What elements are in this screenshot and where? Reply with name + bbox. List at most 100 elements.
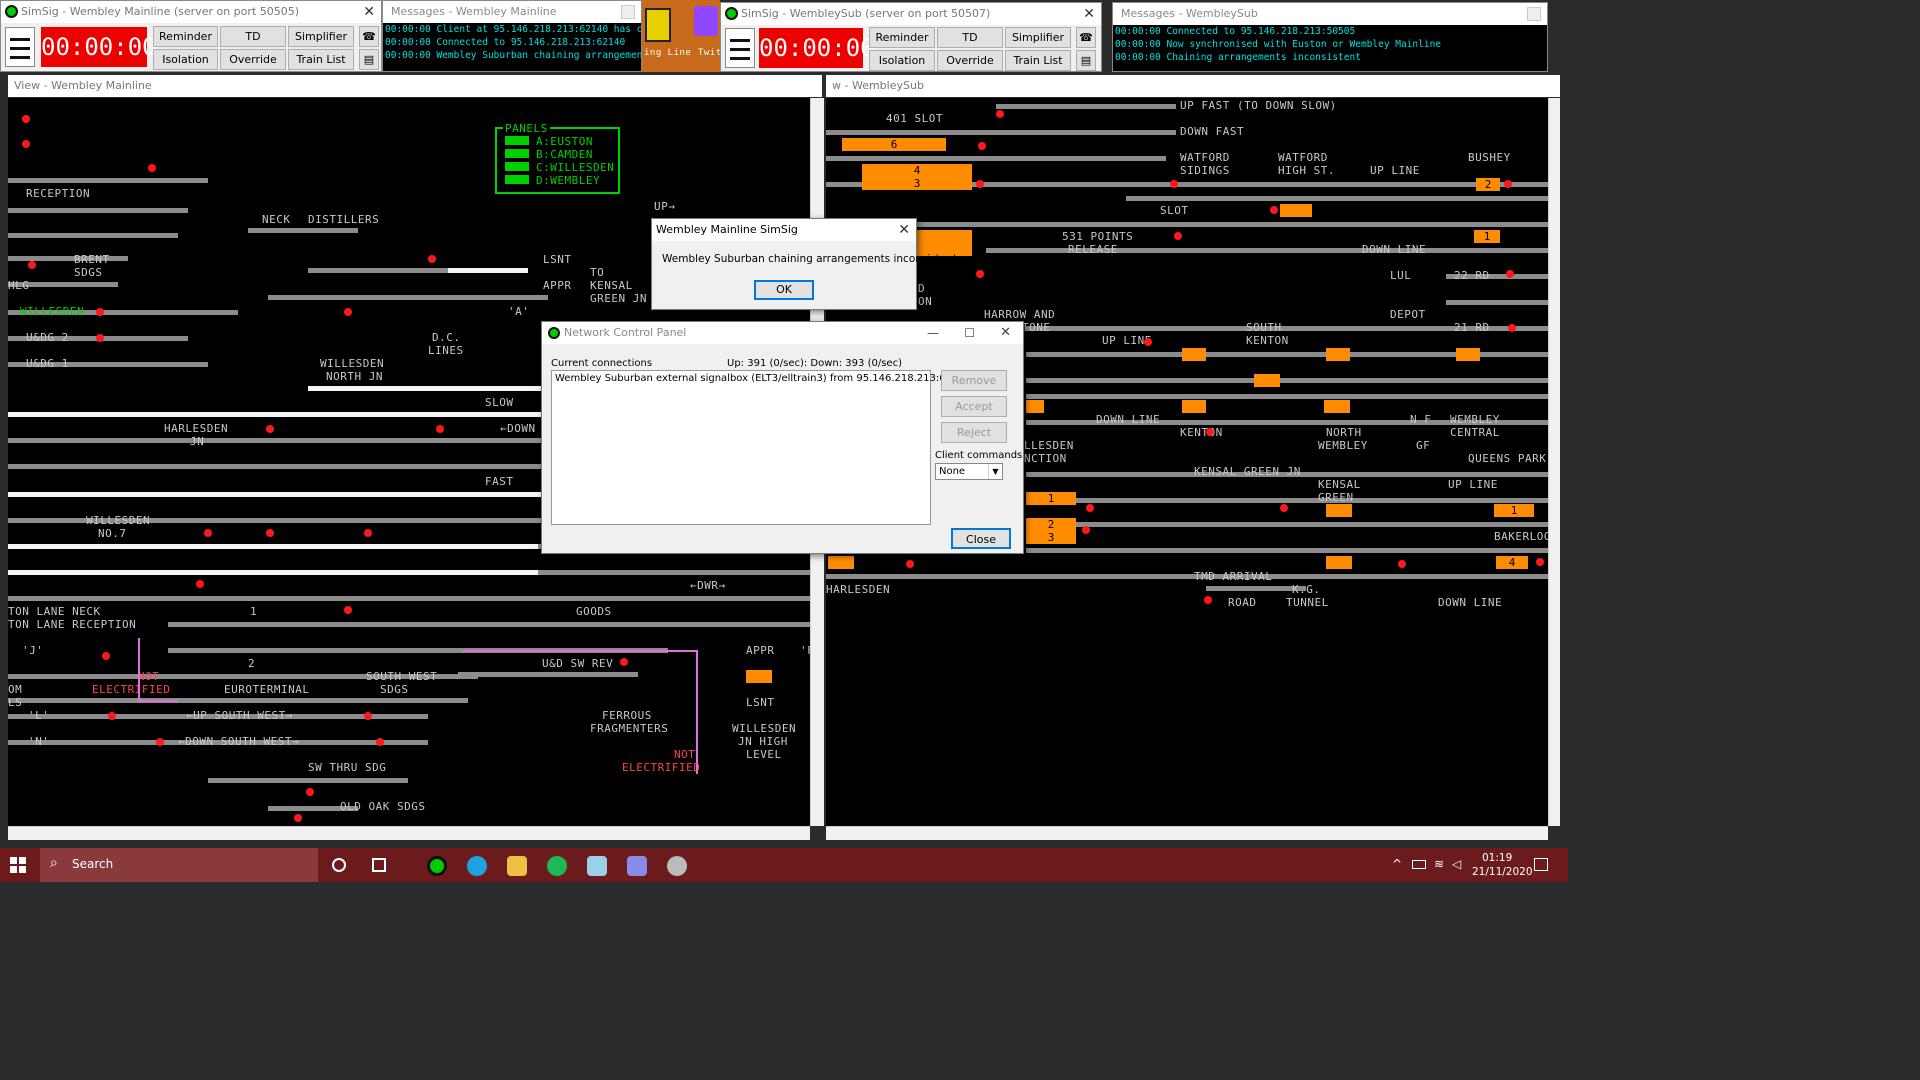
signal[interactable] bbox=[1144, 338, 1152, 346]
track[interactable] bbox=[8, 208, 188, 213]
signal[interactable] bbox=[108, 712, 116, 720]
signal[interactable] bbox=[1174, 232, 1182, 240]
track[interactable] bbox=[1126, 196, 1560, 201]
track-set-route[interactable] bbox=[8, 544, 548, 549]
track[interactable] bbox=[1026, 378, 1560, 383]
taskbar-search-box[interactable]: ⌕ Search bbox=[40, 848, 318, 882]
train-berth[interactable] bbox=[1026, 400, 1044, 413]
train-berth[interactable] bbox=[828, 556, 854, 569]
train-berth[interactable]: 6 bbox=[842, 138, 946, 151]
track[interactable] bbox=[458, 672, 638, 677]
track[interactable] bbox=[1026, 522, 1560, 527]
clock-time[interactable]: 01:19 bbox=[1482, 852, 1512, 864]
track[interactable] bbox=[826, 156, 1166, 161]
twitch-icon[interactable] bbox=[694, 6, 718, 36]
track[interactable] bbox=[8, 596, 810, 601]
signal[interactable] bbox=[436, 425, 444, 433]
signal[interactable] bbox=[22, 115, 30, 123]
close-icon[interactable]: ✕ bbox=[898, 219, 910, 241]
track[interactable] bbox=[1446, 300, 1560, 305]
view-sub-hscroll[interactable] bbox=[826, 826, 1548, 840]
spotify-icon[interactable] bbox=[547, 856, 567, 876]
view-main-hscroll[interactable] bbox=[8, 826, 810, 840]
messages-titlebar[interactable]: Messages - WembleySub bbox=[1113, 3, 1547, 25]
override-button[interactable]: Override bbox=[937, 50, 1003, 71]
signal[interactable] bbox=[28, 261, 36, 269]
signal[interactable] bbox=[1506, 270, 1514, 278]
simplifier-button[interactable]: Simplifier bbox=[288, 26, 354, 47]
menu-button[interactable] bbox=[5, 27, 35, 67]
edge-icon[interactable] bbox=[467, 856, 487, 876]
train-berth[interactable]: 1 bbox=[1494, 504, 1534, 517]
td-interpose-button[interactable]: TD Interpose bbox=[937, 27, 1003, 64]
battery-icon[interactable] bbox=[1412, 860, 1426, 869]
menu-button[interactable] bbox=[725, 28, 755, 68]
td-interpose-button[interactable]: TD Interpose bbox=[220, 26, 286, 63]
signal[interactable] bbox=[148, 164, 156, 172]
cortana-icon[interactable] bbox=[332, 858, 346, 872]
track-set-route[interactable] bbox=[8, 412, 548, 417]
connection-row[interactable]: Wembley Suburban external signalbox (ELT… bbox=[552, 371, 971, 386]
simsig-taskbar-icon[interactable] bbox=[427, 856, 447, 876]
signal[interactable] bbox=[1398, 560, 1406, 568]
connections-list[interactable]: Wembley Suburban external signalbox (ELT… bbox=[551, 370, 971, 525]
signal[interactable] bbox=[22, 140, 30, 148]
maximize-icon[interactable]: ☐ bbox=[964, 322, 975, 344]
tray-chevron-icon[interactable]: ^ bbox=[1392, 857, 1402, 871]
panel-link-willesden[interactable]: C:WILLESDEN bbox=[536, 161, 614, 174]
train-berth[interactable]: 4 bbox=[1496, 556, 1528, 569]
ok-button[interactable]: OK bbox=[754, 280, 814, 300]
track-set-route[interactable] bbox=[448, 268, 528, 273]
task-view-icon[interactable] bbox=[372, 858, 386, 872]
train-list-button[interactable]: Train List bbox=[1005, 50, 1071, 71]
train-berth[interactable] bbox=[1326, 348, 1350, 361]
signal[interactable] bbox=[96, 334, 104, 342]
network-panel-titlebar[interactable]: Network Control Panel — ☐ ✕ bbox=[542, 322, 1023, 344]
train-berth[interactable]: 2 bbox=[1476, 178, 1500, 191]
notification-icon[interactable] bbox=[1534, 858, 1548, 871]
train-berth[interactable]: 23 bbox=[1026, 518, 1076, 544]
track[interactable] bbox=[308, 268, 448, 273]
train-berth[interactable] bbox=[1182, 348, 1206, 361]
train-berth[interactable]: 43 bbox=[862, 164, 972, 190]
track[interactable] bbox=[268, 295, 548, 300]
track[interactable] bbox=[248, 228, 358, 233]
phone-icon[interactable]: ☎ bbox=[359, 26, 379, 47]
reminder-button[interactable]: Reminder bbox=[153, 26, 218, 47]
track[interactable] bbox=[8, 233, 178, 238]
track[interactable] bbox=[8, 438, 548, 443]
sub-titlebar[interactable]: SimSig - WembleySub (server on port 5050… bbox=[721, 3, 1101, 25]
track[interactable] bbox=[1026, 498, 1560, 503]
train-berth[interactable] bbox=[1254, 374, 1280, 387]
close-icon[interactable]: ✕ bbox=[363, 1, 375, 23]
simplifier-button[interactable]: Simplifier bbox=[1005, 27, 1071, 48]
signal[interactable] bbox=[978, 142, 986, 150]
close-icon[interactable]: ✕ bbox=[1083, 3, 1095, 25]
signal[interactable] bbox=[1082, 526, 1090, 534]
track[interactable] bbox=[8, 464, 548, 469]
signal[interactable] bbox=[1206, 428, 1214, 436]
track[interactable] bbox=[826, 222, 1560, 227]
close-button[interactable]: Close bbox=[951, 528, 1011, 549]
track[interactable] bbox=[8, 256, 128, 261]
train-list-button[interactable]: Train List bbox=[288, 49, 354, 70]
track[interactable] bbox=[168, 622, 810, 627]
signal[interactable] bbox=[1170, 180, 1178, 188]
signal[interactable] bbox=[1508, 324, 1516, 332]
file-explorer-icon[interactable] bbox=[507, 856, 527, 876]
override-button[interactable]: Override bbox=[220, 49, 286, 70]
track[interactable] bbox=[538, 570, 810, 575]
panel-link-wembley[interactable]: D:WEMBLEY bbox=[536, 174, 600, 187]
train-berth[interactable] bbox=[1182, 400, 1206, 413]
discord-icon[interactable] bbox=[627, 856, 647, 876]
label-willesden[interactable]: WILLESDEN bbox=[20, 305, 84, 318]
track[interactable] bbox=[1026, 394, 1560, 399]
signal[interactable] bbox=[376, 738, 384, 746]
train-berth[interactable]: 1 bbox=[1474, 230, 1500, 243]
mainline-titlebar[interactable]: SimSig - Wembley Mainline (server on por… bbox=[1, 1, 381, 23]
signal[interactable] bbox=[976, 270, 984, 278]
signal[interactable] bbox=[996, 110, 1004, 118]
signal[interactable] bbox=[294, 814, 302, 822]
alert-dialog-titlebar[interactable]: Wembley Mainline SimSig ✕ bbox=[652, 219, 916, 241]
track[interactable] bbox=[1026, 548, 1560, 553]
